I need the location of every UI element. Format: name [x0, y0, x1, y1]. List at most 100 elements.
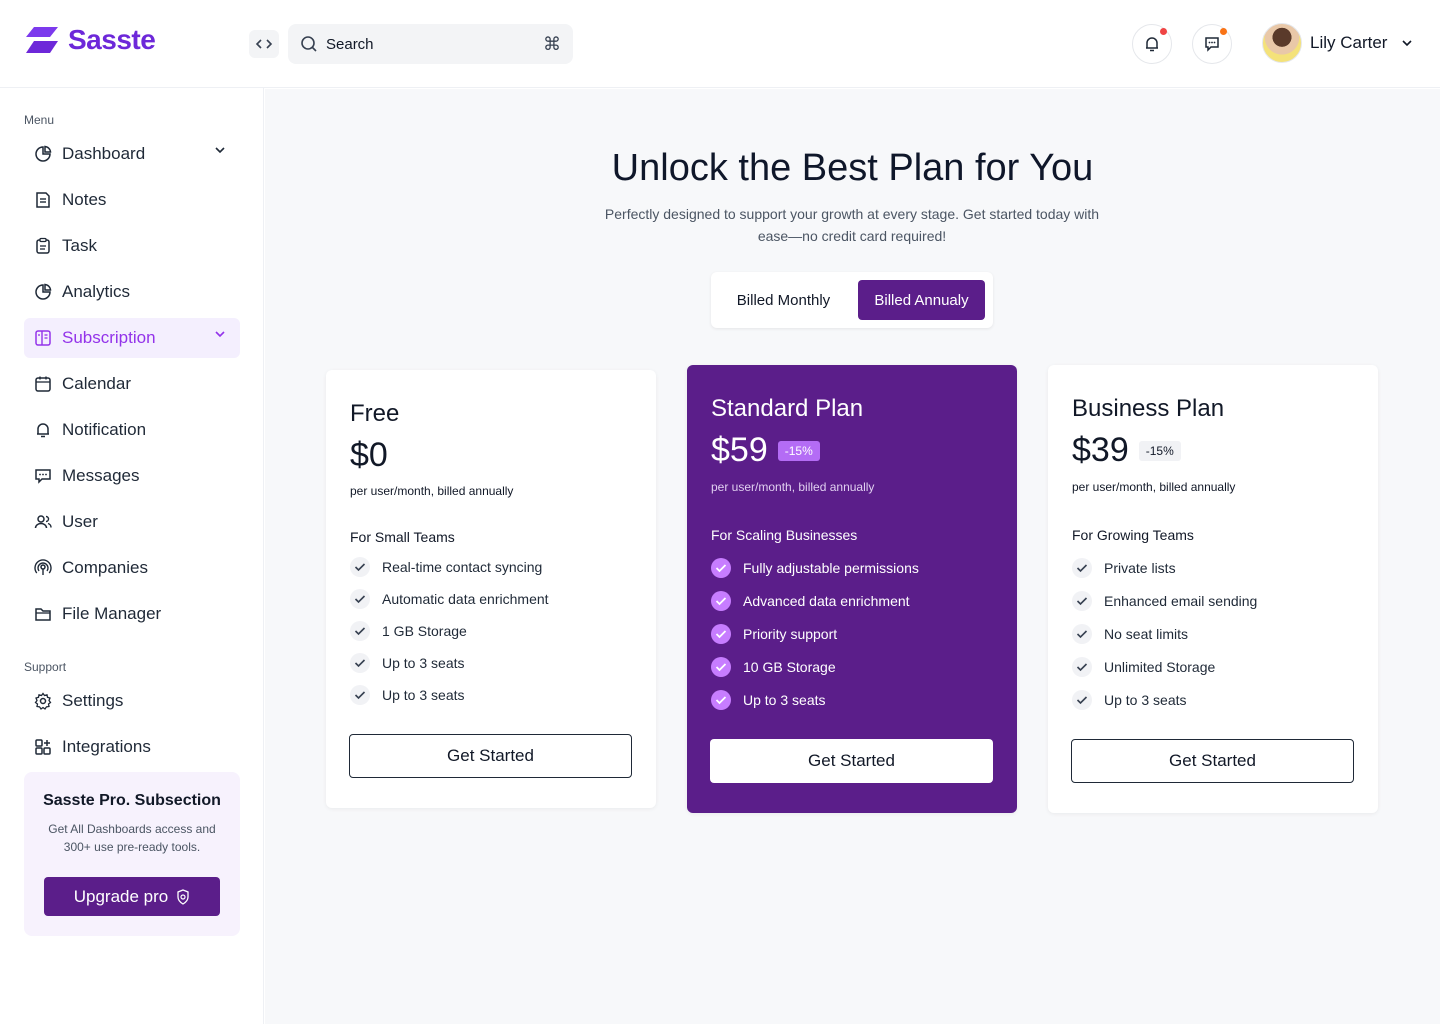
- sidebar-item-integrations[interactable]: Integrations: [24, 727, 240, 767]
- support-section-label: Support: [24, 660, 67, 674]
- get-started-button[interactable]: Get Started: [1071, 739, 1354, 783]
- users-icon: [34, 515, 52, 529]
- apps-icon: [35, 739, 51, 755]
- billed-annually-option[interactable]: Billed Annualy: [858, 280, 985, 320]
- billing-note: per user/month, billed annually: [1072, 480, 1236, 494]
- feature-label: Up to 3 seats: [382, 655, 465, 671]
- sidebar-item-user[interactable]: User: [24, 502, 240, 542]
- user-menu[interactable]: Lily Carter: [1262, 23, 1413, 63]
- pie-chart-icon: [35, 145, 52, 162]
- sidebar-item-messages[interactable]: Messages: [24, 456, 240, 496]
- sidebar-item-dashboard[interactable]: Dashboard: [24, 134, 240, 174]
- get-started-button[interactable]: Get Started: [349, 734, 632, 778]
- sidebar-item-analytics[interactable]: Analytics: [24, 272, 240, 312]
- search-input[interactable]: Search: [326, 36, 535, 53]
- check-icon: [350, 557, 370, 577]
- promo-description: Get All Dashboards access and 300+ use p…: [48, 822, 216, 854]
- sidebar-item-label: Notification: [62, 420, 147, 439]
- calendar-icon: [35, 376, 51, 392]
- billing-toggle: Billed Monthly Billed Annualy: [711, 272, 993, 328]
- price-row: $59 -15%: [711, 431, 820, 470]
- chevron-down-icon: [215, 331, 225, 338]
- sidebar-item-label: Calendar: [62, 374, 131, 393]
- page-title: Unlock the Best Plan for You: [611, 147, 1094, 189]
- check-icon: [1072, 623, 1092, 644]
- feature-list: Private lists Enhanced email sending No …: [1072, 551, 1257, 716]
- billed-monthly-option[interactable]: Billed Monthly: [721, 280, 846, 320]
- plan-price: $59: [711, 431, 768, 469]
- check-icon: [1072, 590, 1092, 611]
- sidebar-item-settings[interactable]: Settings: [24, 681, 240, 721]
- sidebar-item-file-manager[interactable]: File Manager: [24, 594, 240, 634]
- feature-label: Fully adjustable permissions: [743, 559, 919, 576]
- user-name: Lily Carter: [1310, 33, 1388, 52]
- chat-icon: [35, 469, 51, 484]
- feature-label: No seat limits: [1104, 625, 1189, 642]
- feature-item: 10 GB Storage: [711, 650, 919, 683]
- plan-name: Standard Plan: [711, 395, 864, 422]
- check-icon: [350, 589, 370, 609]
- promo-title: Sasste Pro. Subsection: [43, 792, 221, 809]
- logo[interactable]: Sasste: [24, 24, 156, 56]
- plan-card-business: Business Plan $39 -15% per user/month, b…: [1048, 365, 1378, 813]
- feature-item: Priority support: [711, 617, 919, 650]
- sidebar-item-task[interactable]: Task: [24, 226, 240, 266]
- price-row: $0: [350, 436, 388, 475]
- sidebar-item-notification[interactable]: Notification: [24, 410, 240, 450]
- sidebar-item-label: User: [62, 512, 98, 531]
- upgrade-pro-label: Upgrade pro: [73, 886, 169, 906]
- feature-item: Up to 3 seats: [1072, 683, 1257, 716]
- badge-icon: [177, 888, 189, 905]
- check-icon: [350, 653, 370, 673]
- message-dot: [1220, 28, 1227, 35]
- sidebar-item-notes[interactable]: Notes: [24, 180, 240, 220]
- plan-card-free: Free $0 per user/month, billed annually …: [326, 370, 656, 808]
- command-key-icon: ⌘: [543, 33, 561, 54]
- feature-label: Private lists: [1104, 559, 1176, 576]
- check-icon: [711, 557, 731, 578]
- gear-icon: [34, 692, 52, 710]
- messages-button[interactable]: [1192, 24, 1232, 64]
- chevron-down-icon: [215, 147, 225, 154]
- feature-label: Up to 3 seats: [1104, 691, 1187, 708]
- discount-badge: -15%: [1138, 440, 1181, 461]
- note-icon: [36, 192, 50, 208]
- feature-item: Private lists: [1072, 551, 1257, 584]
- feature-item: Fully adjustable permissions: [711, 551, 919, 584]
- search-bar[interactable]: Search ⌘: [288, 24, 573, 64]
- feature-item: Automatic data enrichment: [350, 583, 549, 615]
- feature-item: Advanced data enrichment: [711, 584, 919, 617]
- sidebar: Menu Dashboard Notes Task Analytics Subs…: [0, 88, 264, 1024]
- plan-audience: For Growing Teams: [1072, 527, 1194, 543]
- feature-list: Fully adjustable permissions Advanced da…: [711, 551, 919, 716]
- menu-section-label: Menu: [24, 113, 55, 127]
- upgrade-pro-button[interactable]: Upgrade pro: [44, 877, 220, 916]
- sidebar-item-label: File Manager: [62, 604, 162, 623]
- plan-name: Free: [350, 400, 400, 427]
- billing-note: per user/month, billed annually: [711, 480, 875, 494]
- feature-label: Real-time contact syncing: [382, 559, 543, 575]
- sidebar-item-label: Companies: [62, 558, 148, 577]
- broadcast-icon: [34, 559, 52, 575]
- check-icon: [1072, 689, 1092, 710]
- sidebar-item-subscription[interactable]: Subscription: [24, 318, 240, 358]
- billing-note: per user/month, billed annually: [350, 484, 514, 498]
- sidebar-item-label: Analytics: [62, 282, 131, 301]
- chat-icon: [1205, 37, 1219, 52]
- sidebar-item-calendar[interactable]: Calendar: [24, 364, 240, 404]
- check-icon: [711, 590, 731, 611]
- plan-card-standard: Standard Plan $59 -15% per user/month, b…: [687, 365, 1017, 813]
- get-started-button[interactable]: Get Started: [710, 739, 993, 783]
- check-icon: [711, 623, 731, 644]
- check-icon: [350, 685, 370, 705]
- notifications-button[interactable]: [1132, 24, 1172, 64]
- layout-icon: [35, 330, 51, 346]
- sidebar-item-companies[interactable]: Companies: [24, 548, 240, 588]
- logo-mark-icon: [26, 27, 58, 53]
- feature-item: Up to 3 seats: [350, 679, 549, 711]
- sidebar-toggle-button[interactable]: [249, 30, 279, 58]
- feature-item: Up to 3 seats: [350, 647, 549, 679]
- sidebar-item-label: Dashboard: [62, 144, 146, 163]
- feature-item: 1 GB Storage: [350, 615, 549, 647]
- feature-label: 1 GB Storage: [382, 623, 467, 639]
